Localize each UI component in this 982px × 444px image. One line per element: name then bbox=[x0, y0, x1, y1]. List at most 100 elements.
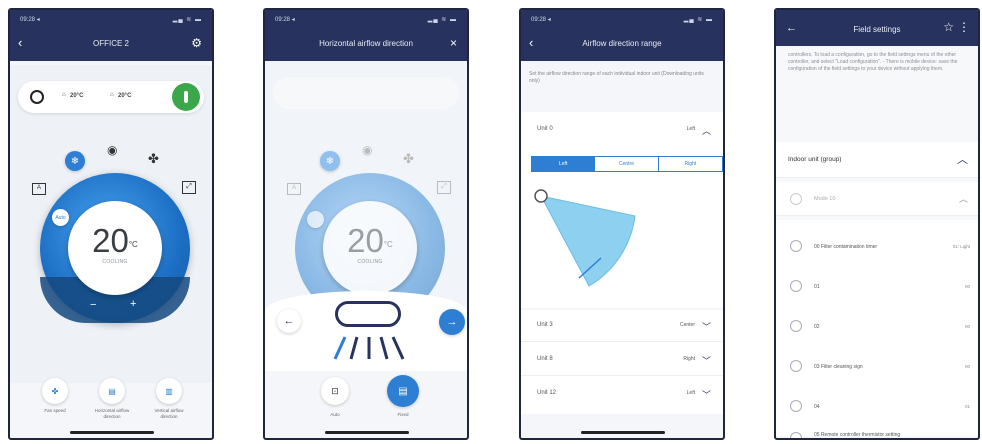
airflow-range-sector bbox=[540, 195, 636, 287]
setting-value: 00 bbox=[964, 284, 970, 289]
fan-speed-badge[interactable]: Auto bbox=[52, 209, 69, 226]
setting-value: 01 bbox=[964, 404, 970, 409]
setting-item[interactable]: 02 00 bbox=[776, 308, 978, 344]
auto-mode-icon[interactable]: ◉ bbox=[107, 143, 117, 157]
auto-label: Auto bbox=[330, 412, 340, 417]
auto-icon: ⊡ bbox=[331, 385, 339, 396]
auto-button[interactable]: ⊡ bbox=[321, 377, 349, 405]
fan-speed-button[interactable]: ✤ bbox=[42, 378, 68, 404]
fan-speed-label: Fan speed bbox=[44, 408, 66, 413]
chevron-up-icon: ︿ bbox=[957, 154, 968, 166]
mode-label: COOLING bbox=[357, 259, 383, 265]
mode-row[interactable]: Mode 10 ︿ bbox=[776, 182, 978, 216]
status-icons: ▂▄ ≋ ▬ bbox=[427, 17, 457, 23]
airflow-louver-icon bbox=[333, 336, 405, 360]
on-indicator-icon bbox=[184, 91, 188, 103]
louver-line-0 bbox=[333, 336, 347, 360]
arrow-left-button[interactable]: ← bbox=[277, 309, 301, 333]
page-title: Horizontal airflow direction bbox=[319, 39, 413, 48]
louver-line-3 bbox=[379, 336, 389, 360]
phone-screen-airflow-range: 09:28 ◂ ▂▄ ≋ ▬ ‹ Airflow direction range … bbox=[519, 8, 725, 440]
arrow-right-icon: → bbox=[446, 316, 458, 328]
expand-icon[interactable]: ⤢ bbox=[182, 181, 196, 194]
dry-mode-icon[interactable]: A bbox=[32, 183, 46, 195]
outdoor-temp-icon: ⌂ bbox=[110, 92, 114, 98]
minus-button[interactable]: − bbox=[90, 299, 96, 311]
unit-value: Center bbox=[679, 322, 695, 328]
unit-row-3[interactable]: Unit 3 Center ﹀ bbox=[521, 322, 723, 342]
header-bar: ← Field settings ☆ ⋮ bbox=[776, 10, 978, 46]
chevron-down-icon: ﹀ bbox=[701, 390, 711, 400]
setting-label: 00 Filter contamination timer bbox=[814, 244, 878, 250]
vertical-airflow-icon: ▥ bbox=[165, 386, 173, 396]
tab-centre[interactable]: Centre bbox=[595, 157, 659, 171]
chevron-down-icon: ﹀ bbox=[701, 322, 711, 332]
set-temp-value: 20 bbox=[92, 222, 129, 259]
fixed-button[interactable]: ▤ bbox=[387, 375, 419, 407]
mode-radio[interactable] bbox=[790, 193, 802, 205]
setting-item[interactable]: 00 Filter contamination timer 01: Light bbox=[776, 228, 978, 264]
status-time: 09:28 ◂ bbox=[531, 17, 551, 23]
status-bar: 09:28 ◂ ▂▄ ≋ ▬ bbox=[275, 16, 457, 26]
cool-mode-icon[interactable]: ❄ bbox=[65, 151, 85, 171]
setting-label: 05 Remote controller thermistor setting bbox=[814, 432, 901, 438]
status-icons: ▂▄ ≋ ▬ bbox=[683, 17, 713, 23]
unit-row-8[interactable]: Unit 8 Right ﹀ bbox=[521, 356, 723, 376]
setting-value: 00 bbox=[964, 364, 970, 369]
degree-unit: °C bbox=[383, 240, 393, 249]
snowflake-icon: ❄ bbox=[70, 155, 80, 167]
vertical-airflow-button[interactable]: ▥ bbox=[156, 378, 182, 404]
tab-right[interactable]: Right bbox=[658, 157, 723, 171]
setting-value: 01: Light bbox=[952, 244, 970, 249]
chevron-up-icon: ︿ bbox=[701, 126, 711, 136]
setting-radio[interactable] bbox=[790, 240, 802, 252]
home-indicator bbox=[325, 431, 409, 434]
fan-mode-icon[interactable]: ✤ bbox=[148, 151, 159, 167]
main-panel: ⌂ 20°C ⌂ 20°C ❄ ◉ ✤ A ⤢ Auto 20°C COOLIN… bbox=[10, 65, 212, 383]
mode-label: COOLING bbox=[102, 259, 128, 265]
horizontal-airflow-button[interactable]: ▤ bbox=[99, 378, 125, 404]
header-bar: 09:28 ◂ ▂▄ ≋ ▬ ‹ OFFICE 2 ⚙ bbox=[10, 10, 212, 61]
unit-row-12[interactable]: Unit 12 Left ﹀ bbox=[521, 390, 723, 410]
tab-left[interactable]: Left bbox=[532, 157, 596, 171]
degree-unit: °C bbox=[128, 240, 138, 249]
dial-center: 20°C COOLING bbox=[323, 201, 417, 295]
vertical-airflow-label: Vertical airflow direction bbox=[154, 408, 184, 419]
unit-name: Unit 0 bbox=[537, 126, 553, 132]
gear-icon[interactable]: ⚙ bbox=[191, 36, 202, 50]
description-text: Set the airflow direction range of each … bbox=[529, 71, 704, 84]
status-bar: 09:28 ◂ ▂▄ ≋ ▬ bbox=[20, 16, 202, 26]
setting-label: 01 bbox=[814, 284, 820, 290]
setting-item[interactable]: 05 Remote controller thermistor setting bbox=[776, 426, 978, 438]
setting-item[interactable]: 04 01 bbox=[776, 388, 978, 424]
star-icon[interactable]: ☆ bbox=[943, 20, 954, 34]
chevron-up-icon: ︿ bbox=[958, 194, 968, 204]
faded-status-row bbox=[273, 77, 459, 109]
close-icon[interactable]: × bbox=[450, 36, 457, 50]
set-temperature: 20°C bbox=[68, 223, 162, 259]
unit-name: Unit 3 bbox=[537, 322, 553, 328]
status-row: ⌂ 20°C ⌂ 20°C bbox=[18, 81, 204, 113]
setting-item[interactable]: 03 Filter cleaning sign 00 bbox=[776, 348, 978, 384]
setting-radio[interactable] bbox=[790, 360, 802, 372]
group-header-row[interactable]: Indoor unit (group) ︿ bbox=[776, 142, 978, 178]
airflow-range-diagram[interactable] bbox=[529, 188, 649, 298]
unit-name: Unit 12 bbox=[537, 390, 557, 396]
plus-button[interactable]: + bbox=[130, 298, 136, 310]
power-icon[interactable] bbox=[30, 90, 44, 104]
setting-radio[interactable] bbox=[790, 280, 802, 292]
setting-radio[interactable] bbox=[790, 400, 802, 412]
main-panel: ❄ ◉ ✤ A ⤢ 20°C COOLING ← → bbox=[265, 61, 467, 371]
setting-value: 00 bbox=[964, 324, 970, 329]
snowflake-icon: ❄ bbox=[325, 155, 335, 167]
header-bar: 09:28 ◂ ▂▄ ≋ ▬ Horizontal airflow directi… bbox=[265, 10, 467, 61]
arrow-right-button[interactable]: → bbox=[439, 309, 465, 335]
fan-speed-badge bbox=[307, 211, 324, 228]
setting-radio[interactable] bbox=[790, 432, 802, 438]
more-icon[interactable]: ⋮ bbox=[958, 20, 970, 34]
setting-radio[interactable] bbox=[790, 320, 802, 332]
home-indicator bbox=[70, 431, 154, 434]
auto-mode-icon: ◉ bbox=[362, 143, 373, 157]
setting-item[interactable]: 01 00 bbox=[776, 268, 978, 304]
on-toggle[interactable] bbox=[172, 83, 200, 111]
